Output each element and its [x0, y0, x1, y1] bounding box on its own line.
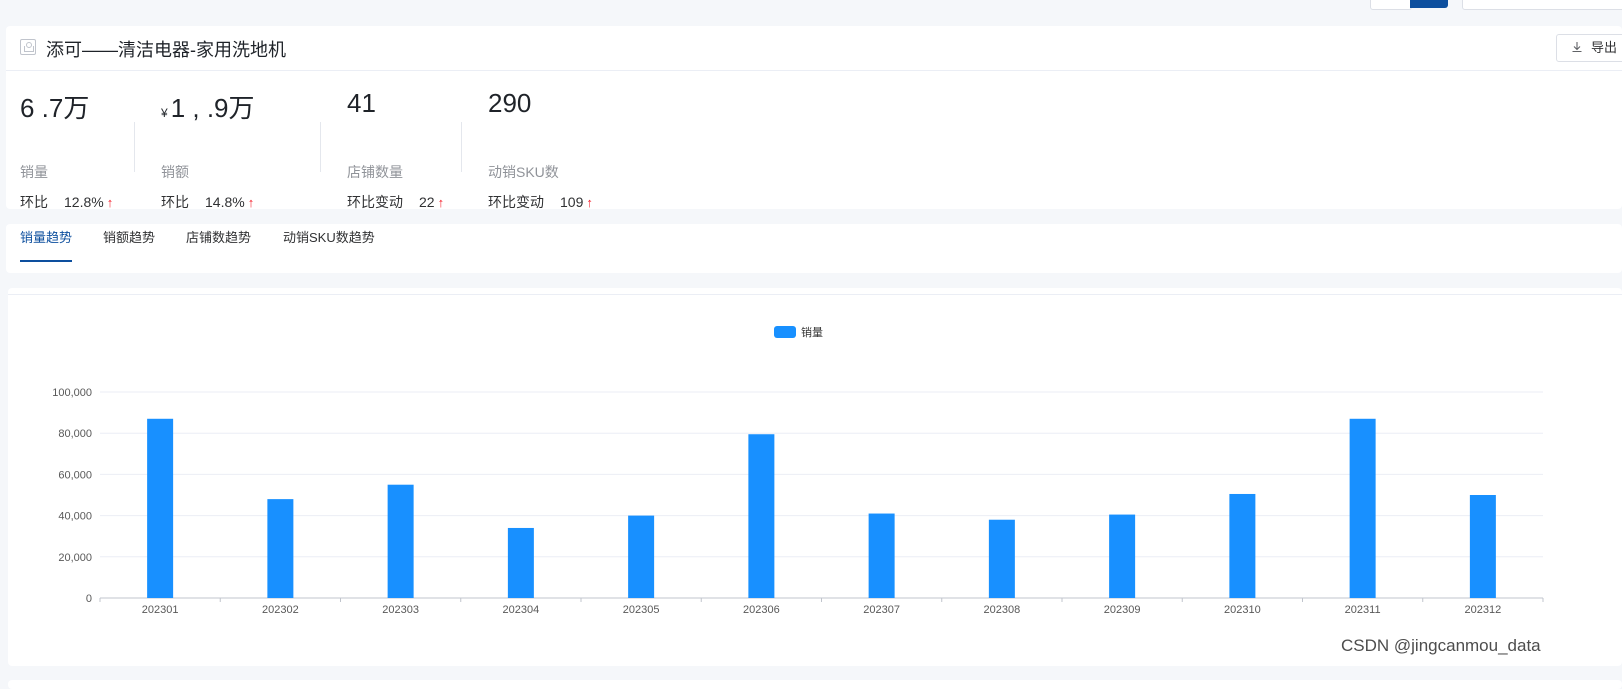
tab-sales-amount-trend[interactable]: 销额趋势 — [103, 224, 155, 273]
export-button[interactable]: 导出 — [1556, 34, 1622, 62]
legend-swatch — [774, 326, 796, 338]
metric-change: 环比变动 22 ↑ — [347, 192, 444, 212]
tab-sku-count-trend[interactable]: 动销SKU数趋势 — [283, 224, 375, 273]
period-select[interactable] — [1462, 0, 1622, 10]
bar — [387, 484, 414, 598]
chart-card: 0 20,000 40,000 60,000 80,000 100,000 202301 20… — [8, 288, 1622, 666]
trend-tabs: 销量趋势 销额趋势 店铺数趋势 动销SKU数趋势 — [6, 224, 1622, 273]
view-toggle-button[interactable] — [1370, 0, 1412, 10]
metric-label: 店铺数量 — [347, 164, 403, 180]
watermark: CSDN @jingcanmou_data — [1341, 636, 1541, 655]
arrow-up-icon: ↑ — [437, 195, 445, 210]
x-tick-label: 202312 — [1465, 604, 1502, 616]
x-tick-label: 202309 — [1104, 604, 1141, 616]
metric-value: 6 .7万 — [20, 93, 90, 123]
metric-change: 环比 14.8% ↑ — [161, 192, 254, 212]
x-tick-label: 202304 — [503, 604, 540, 616]
y-tick-label: 80,000 — [58, 428, 92, 440]
metric-value: 41 — [347, 88, 376, 118]
metric-label: 动销SKU数 — [488, 164, 559, 180]
x-tick-label: 202302 — [262, 604, 299, 616]
view-toggle-button-active[interactable] — [1410, 0, 1448, 8]
sales-volume-bar-chart: 0 20,000 40,000 60,000 80,000 100,000 202301 20… — [52, 325, 1544, 616]
y-tick-label: 20,000 — [58, 552, 92, 564]
bar — [507, 527, 534, 598]
arrow-up-icon: ↑ — [586, 195, 593, 210]
bar — [267, 499, 294, 598]
x-tick-label: 202308 — [984, 604, 1021, 616]
metric-value: 290 — [488, 88, 532, 118]
change-label: 环比 — [20, 194, 48, 210]
x-tick-label: 202306 — [743, 604, 780, 616]
metric-value: ¥1 , .9万 — [161, 88, 255, 125]
summary-header: 添可——清洁电器-家用洗地机 导出 — [6, 26, 1622, 71]
legend-label: 销量 — [801, 325, 823, 339]
metric-change: 环比 12.8% ↑ — [20, 192, 113, 212]
bar — [1349, 418, 1376, 598]
y-tick-label: 40,000 — [58, 511, 92, 523]
divider — [461, 122, 462, 172]
metric-label: 销量 — [20, 164, 48, 180]
divider — [134, 122, 135, 172]
x-tick-label: 202310 — [1224, 604, 1261, 616]
change-value: 109 — [560, 194, 584, 210]
bar — [628, 515, 655, 598]
bar — [147, 418, 174, 598]
bar — [988, 519, 1015, 598]
metric-value-text: 1 , .9万 — [170, 93, 255, 123]
arrow-up-icon: ↑ — [247, 195, 255, 210]
y-tick-label: 60,000 — [58, 469, 92, 481]
change-label: 环比变动 — [347, 194, 403, 210]
y-tick-label: 0 — [86, 593, 92, 605]
change-value: 12.8% — [64, 194, 104, 210]
x-tick-label: 202303 — [382, 604, 419, 616]
currency-symbol: ¥ — [161, 106, 168, 120]
x-tick-label: 202305 — [623, 604, 660, 616]
bar — [868, 513, 895, 598]
tab-label: 销额趋势 — [103, 230, 156, 245]
bottom-card — [8, 680, 1622, 689]
y-tick-label: 100,000 — [52, 387, 92, 399]
download-icon — [1572, 42, 1582, 53]
tab-store-count-trend[interactable]: 店铺数趋势 — [186, 224, 251, 273]
change-label: 环比变动 — [488, 194, 544, 210]
change-label: 环比 — [161, 194, 189, 210]
export-label: 导出 — [1591, 40, 1618, 55]
metric-change: 环比变动 109 ↑ — [488, 192, 593, 212]
tab-label: 销量趋势 — [20, 230, 73, 245]
tab-label: 动销SKU数趋势 — [283, 230, 375, 245]
arrow-up-icon: ↑ — [106, 195, 114, 210]
change-value: 22 — [419, 194, 435, 210]
summary-card: 添可——清洁电器-家用洗地机 导出 6 .7万 销量 环比 12.8% ↑ ¥1 ,… — [6, 26, 1622, 212]
bar — [748, 434, 775, 598]
brand-image-icon — [20, 39, 36, 55]
x-tick-label: 202311 — [1345, 604, 1381, 616]
x-tick-label: 202307 — [863, 604, 900, 616]
change-value: 14.8% — [205, 194, 245, 210]
page-title: 添可——清洁电器-家用洗地机 — [46, 40, 286, 60]
bar — [1109, 514, 1136, 598]
metric-label: 销额 — [161, 164, 189, 180]
bar — [1469, 495, 1496, 598]
divider — [320, 122, 321, 172]
x-tick-label: 202301 — [142, 604, 179, 616]
tab-sales-volume-trend[interactable]: 销量趋势 — [20, 224, 73, 273]
bar — [1229, 493, 1256, 598]
tab-label: 店铺数趋势 — [186, 230, 252, 245]
